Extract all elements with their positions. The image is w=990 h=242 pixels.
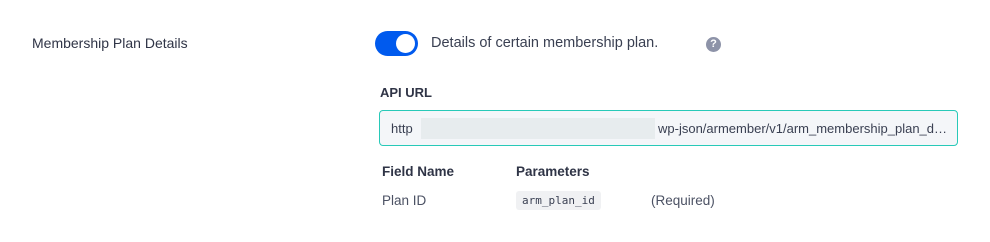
column-header-parameters: Parameters (516, 164, 590, 179)
help-icon[interactable]: ? (706, 37, 721, 52)
redacted-url-segment (421, 118, 655, 139)
toggle-knob (396, 34, 415, 53)
column-header-field-name: Field Name (382, 164, 455, 179)
field-name-cell: Plan ID (382, 193, 427, 208)
required-note: (Required) (651, 193, 715, 208)
api-url-prefix: http (391, 121, 413, 136)
parameter-code: arm_plan_id (516, 191, 601, 210)
setting-label: Membership Plan Details (32, 35, 188, 51)
api-url-suffix: wp-json/armember/v1/arm_membership_plan_… (658, 121, 954, 136)
api-url-label: API URL (380, 85, 432, 100)
toggle-description: Details of certain membership plan. (431, 35, 659, 51)
membership-plan-details-toggle[interactable] (375, 31, 418, 56)
api-url-field[interactable]: http wp-json/armember/v1/arm_membership_… (379, 110, 958, 146)
